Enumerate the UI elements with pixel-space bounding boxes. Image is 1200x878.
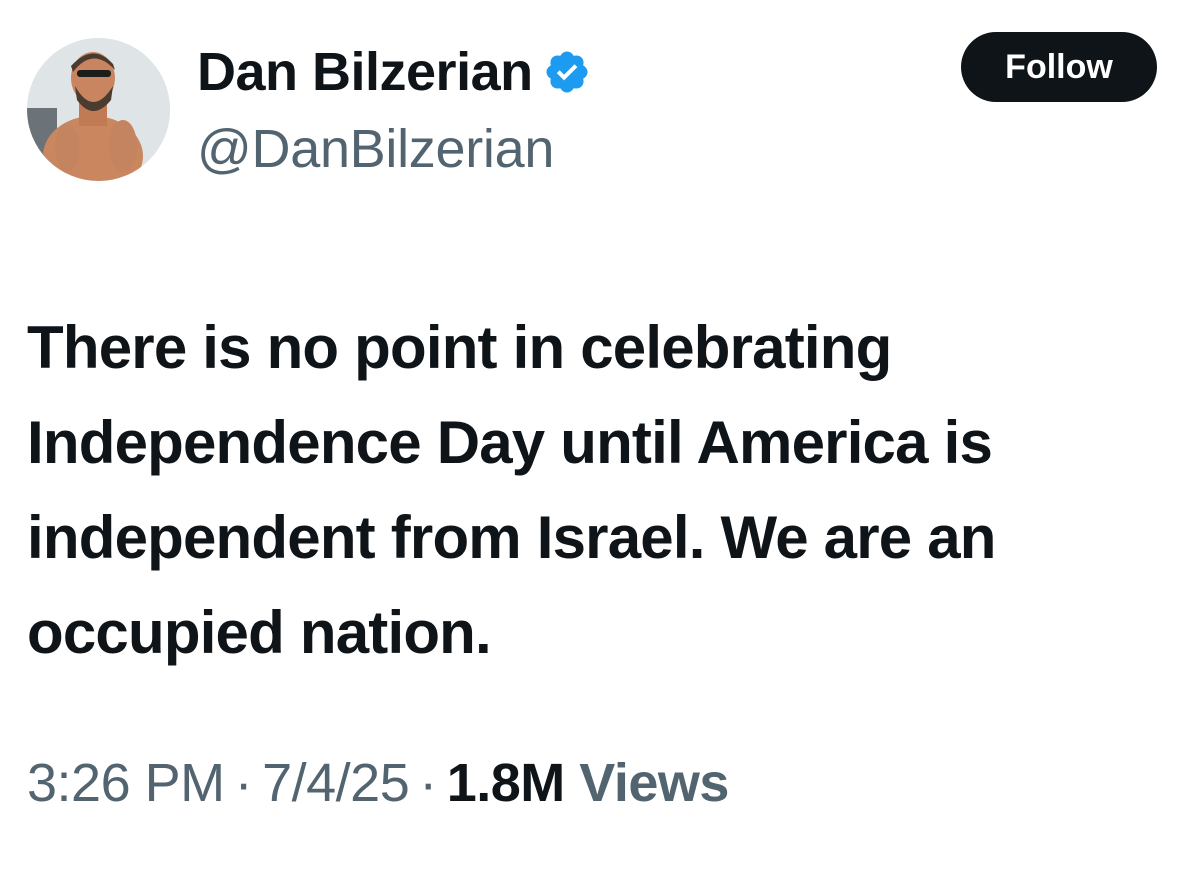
- tweet-header: Dan Bilzerian @DanBilzerian Follow: [27, 32, 1157, 188]
- tweet-time[interactable]: 3:26 PM: [27, 753, 225, 813]
- verified-badge-icon: [543, 48, 591, 96]
- follow-button[interactable]: Follow: [961, 32, 1157, 102]
- meta-separator: ·: [419, 753, 437, 813]
- tweet-meta: 3:26 PM · 7/4/25 · 1.8M Views: [27, 752, 729, 814]
- author-identity: Dan Bilzerian @DanBilzerian: [197, 40, 591, 180]
- tweet-card: Dan Bilzerian @DanBilzerian Follow There…: [0, 0, 1200, 878]
- tweet-date[interactable]: 7/4/25: [262, 753, 410, 813]
- tweet-text: There is no point in celebrating Indepen…: [27, 314, 996, 666]
- author-handle[interactable]: @DanBilzerian: [197, 118, 591, 180]
- avatar-image: [27, 38, 170, 181]
- views-count: 1.8M: [446, 753, 566, 813]
- author-display-name[interactable]: Dan Bilzerian: [197, 41, 533, 103]
- views-label: Views: [579, 753, 729, 813]
- avatar[interactable]: [27, 38, 170, 181]
- name-row: Dan Bilzerian: [197, 40, 591, 104]
- meta-separator: ·: [234, 753, 253, 813]
